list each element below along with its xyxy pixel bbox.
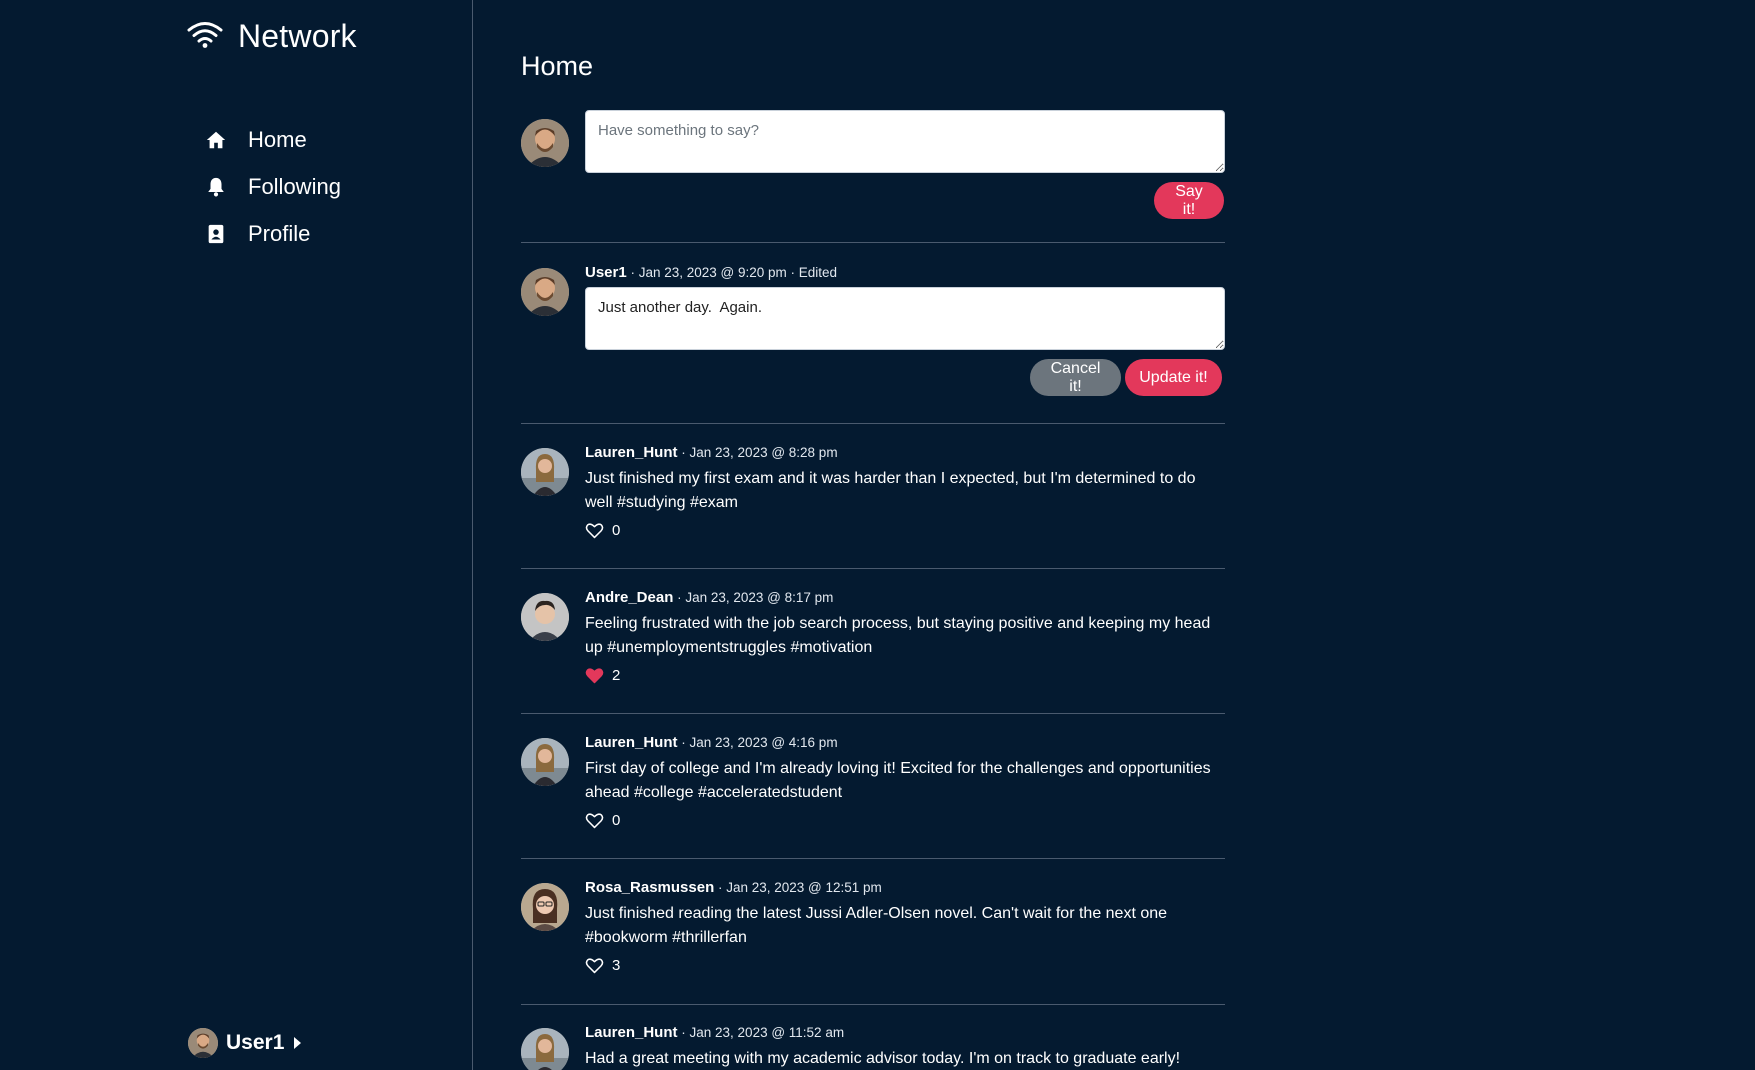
post-meta: Rosa_Rasmussen · Jan 23, 2023 @ 12:51 pm [585, 878, 1225, 898]
post-body: Rosa_Rasmussen · Jan 23, 2023 @ 12:51 pm… [585, 878, 1225, 974]
post-author[interactable]: Rosa_Rasmussen [585, 879, 714, 896]
post-date: · Jan 23, 2023 @ 11:52 am [677, 1025, 845, 1040]
avatar [521, 593, 569, 641]
sidebar-item-label: Profile [248, 220, 311, 246]
like-count: 0 [612, 812, 621, 829]
like-button[interactable]: 0 [585, 522, 1225, 539]
post-text: Just finished my first exam and it was h… [585, 470, 1196, 511]
post-body: Lauren_Hunt · Jan 23, 2023 @ 4:16 pm Fir… [585, 733, 1225, 829]
update-post-button[interactable]: Update it! [1125, 359, 1222, 396]
like-count: 0 [612, 522, 621, 539]
post-body: Lauren_Hunt · Jan 23, 2023 @ 8:28 pm Jus… [585, 443, 1225, 539]
avatar [521, 738, 569, 786]
sidebar-nav: Home Following Profile [204, 116, 341, 257]
avatar [521, 448, 569, 496]
like-button[interactable]: 0 [585, 812, 1225, 829]
divider [521, 713, 1225, 714]
like-count: 3 [612, 957, 621, 974]
wifi-icon [186, 19, 224, 54]
post-meta: Lauren_Hunt · Jan 23, 2023 @ 11:52 am [585, 1023, 1225, 1043]
cancel-edit-button[interactable]: Cancel it! [1030, 359, 1121, 396]
divider [521, 242, 1225, 243]
divider [521, 858, 1225, 859]
like-count: 2 [612, 667, 621, 684]
sidebar-item-label: Following [248, 173, 341, 199]
avatar [521, 268, 569, 316]
brand-name: Network [238, 18, 357, 54]
avatar [188, 1028, 218, 1058]
post-author[interactable]: Andre_Dean [585, 589, 673, 606]
post-date: · Jan 23, 2023 @ 8:28 pm [677, 445, 838, 460]
home-icon [204, 128, 228, 152]
current-user-menu[interactable]: User1 [188, 1028, 302, 1058]
post-meta: Andre_Dean · Jan 23, 2023 @ 8:17 pm [585, 588, 1225, 608]
heart-filled-icon [585, 668, 604, 684]
post-meta: User1 · Jan 23, 2023 @ 9:20 pm · Edited [585, 263, 1225, 283]
bell-icon [204, 175, 228, 199]
divider [521, 568, 1225, 569]
heart-outline-icon [585, 813, 604, 829]
app-root: Network Home Following Profile User1 Hom… [0, 0, 1755, 1070]
post-meta: Lauren_Hunt · Jan 23, 2023 @ 8:28 pm [585, 443, 1225, 463]
post-meta: Lauren_Hunt · Jan 23, 2023 @ 4:16 pm [585, 733, 1225, 753]
say-it-button[interactable]: Say it! [1154, 182, 1224, 219]
sidebar-item-label: Home [248, 126, 307, 152]
post-author[interactable]: User1 [585, 264, 627, 281]
divider [521, 1004, 1225, 1005]
edit-post-input[interactable] [585, 287, 1225, 350]
new-post-input[interactable] [585, 110, 1225, 173]
post-body: User1 · Jan 23, 2023 @ 9:20 pm · Edited [585, 263, 1225, 283]
post-date: · Jan 23, 2023 @ 8:17 pm [673, 590, 834, 605]
contact-book-icon [204, 222, 228, 246]
sidebar-item-profile[interactable]: Profile [204, 210, 341, 257]
post-text: First day of college and I'm already lov… [585, 760, 1211, 801]
caret-right-icon [294, 1037, 302, 1049]
sidebar-item-following[interactable]: Following [204, 163, 341, 210]
heart-outline-icon [585, 523, 604, 539]
avatar [521, 883, 569, 931]
post-date: · Jan 23, 2023 @ 4:16 pm [677, 735, 838, 750]
current-user-name: User1 [226, 1031, 285, 1054]
brand[interactable]: Network [186, 18, 357, 55]
like-button[interactable]: 3 [585, 957, 1225, 974]
avatar [521, 119, 569, 167]
post-body: Andre_Dean · Jan 23, 2023 @ 8:17 pm Feel… [585, 588, 1225, 684]
heart-outline-icon [585, 958, 604, 974]
post-author[interactable]: Lauren_Hunt [585, 734, 678, 751]
post-body: Lauren_Hunt · Jan 23, 2023 @ 11:52 am Ha… [585, 1023, 1225, 1070]
post-date: · Jan 23, 2023 @ 9:20 pm · Edited [626, 265, 838, 280]
avatar [521, 1028, 569, 1070]
sidebar-item-home[interactable]: Home [204, 116, 341, 163]
divider [521, 423, 1225, 424]
post-author[interactable]: Lauren_Hunt [585, 444, 678, 461]
post-text: Feeling frustrated with the job search p… [585, 615, 1211, 656]
like-button[interactable]: 2 [585, 667, 1225, 684]
page-title: Home [521, 51, 594, 81]
post-text: Had a great meeting with my academic adv… [585, 1050, 1181, 1067]
post-date: · Jan 23, 2023 @ 12:51 pm [714, 880, 882, 895]
sidebar: Network Home Following Profile User1 [0, 0, 473, 1070]
post-author[interactable]: Lauren_Hunt [585, 1024, 678, 1041]
post-text: Just finished reading the latest Jussi A… [585, 905, 1168, 946]
